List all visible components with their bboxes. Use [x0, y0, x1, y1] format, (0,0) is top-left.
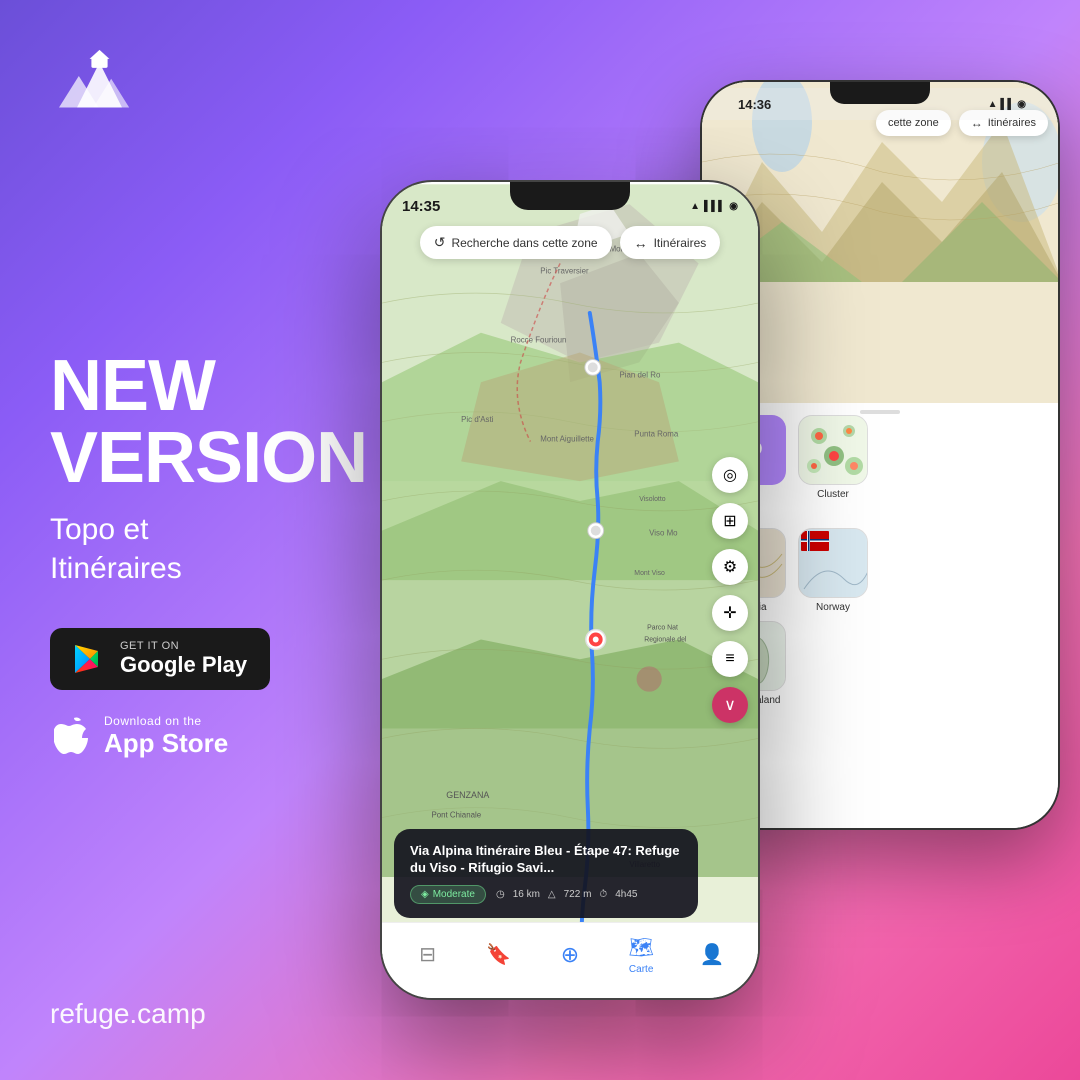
- crosshair-button[interactable]: ✛: [712, 595, 748, 631]
- chevron-down-button[interactable]: ∨: [712, 687, 748, 723]
- app-logo: [50, 40, 140, 130]
- svg-text:Parco Nat: Parco Nat: [647, 625, 678, 632]
- app-container: NEW VERSION Topo etItinéraires: [0, 0, 1080, 1080]
- apple-icon: [54, 716, 90, 758]
- tiles-row-1: 3D 3D: [716, 415, 1044, 500]
- left-content: NEW VERSION Topo etItinéraires: [50, 350, 350, 764]
- route-meta: ◈ Moderate ◷ 16 km △ 722 m ⏱ 4h45: [410, 885, 682, 904]
- svg-text:GENZANA: GENZANA: [446, 790, 489, 800]
- search-bar-row: ↺ Recherche dans cette zone ↔ Itinéraire…: [382, 226, 758, 259]
- tiles-row-nz: New Zealand: [716, 621, 1044, 706]
- svg-text:Pont Chianale: Pont Chianale: [431, 811, 481, 820]
- tab-add[interactable]: ⊕: [545, 942, 595, 968]
- svg-text:Pian del Ro: Pian del Ro: [619, 370, 660, 379]
- drag-handle: [860, 410, 900, 414]
- tile-norway[interactable]: Norway: [798, 528, 868, 613]
- google-play-icon: [70, 641, 106, 677]
- tab-routes-icon: ⊟: [419, 942, 436, 967]
- map-side-buttons: ◎ ⊞ ⚙ ✛ ≡ ∨: [712, 457, 748, 723]
- search-pill-1-text: Recherche dans cette zone: [451, 236, 597, 250]
- difficulty-text: Moderate: [433, 889, 475, 900]
- phones-container: 14:36 ▲ ▌▌ ◉ cette zone ↔ Itinéraires: [340, 80, 1080, 1000]
- reload-icon: ↺: [434, 234, 446, 251]
- section-label: iques: [716, 508, 1044, 520]
- svg-text:Mont Viso: Mont Viso: [634, 570, 665, 577]
- elevation: 722 m: [564, 889, 592, 900]
- difficulty-icon: ◈: [421, 889, 429, 900]
- search-pill-1[interactable]: ↺ Recherche dans cette zone: [420, 226, 612, 259]
- search-pill-2-text: Itinéraires: [654, 236, 707, 250]
- svg-text:Mont Aiguillette: Mont Aiguillette: [540, 435, 594, 444]
- tab-routes[interactable]: ⊟: [403, 942, 453, 967]
- headline-line1: NEW: [50, 346, 215, 426]
- tab-map[interactable]: 🗺 Carte: [616, 935, 666, 975]
- google-play-big-text: Google Play: [120, 652, 247, 678]
- svg-text:Pic Traversier: Pic Traversier: [540, 266, 589, 275]
- route-stats: ◷ 16 km △ 722 m ⏱ 4h45: [496, 889, 638, 900]
- distance-icon: ◷: [496, 889, 505, 900]
- app-store-badge[interactable]: Download on the App Store: [50, 710, 270, 763]
- location-button[interactable]: ◎: [712, 457, 748, 493]
- layers-button[interactable]: ⊞: [712, 503, 748, 539]
- google-play-text: GET IT ON Google Play: [120, 640, 247, 678]
- elevation-icon: △: [548, 889, 556, 900]
- front-phone-notch: [510, 182, 630, 210]
- back-phone-notch: [830, 82, 930, 104]
- app-store-big-text: App Store: [104, 728, 228, 759]
- duration-icon: ⏱: [599, 889, 607, 900]
- tiles-row-countries: Austria: [716, 528, 1044, 613]
- google-play-badge[interactable]: GET IT ON Google Play: [50, 628, 270, 690]
- front-status-time: 14:35: [402, 198, 440, 215]
- stack-button[interactable]: ≡: [712, 641, 748, 677]
- back-status-icons: ▲ ▌▌ ◉: [988, 99, 1038, 110]
- subtitle: Topo etItinéraires: [50, 510, 350, 588]
- route-card: Via Alpina Itinéraire Bleu - Étape 47: R…: [394, 829, 698, 918]
- store-badges: GET IT ON Google Play Download on the Ap…: [50, 628, 350, 764]
- svg-text:Punta Roma: Punta Roma: [634, 430, 679, 439]
- tab-profile[interactable]: 👤: [687, 942, 737, 967]
- app-store-text: Download on the App Store: [104, 714, 228, 759]
- tab-add-icon: ⊕: [561, 942, 579, 968]
- search-pill-2[interactable]: ↔ Itinéraires: [620, 226, 721, 259]
- front-phone-screen: Pic Traversier Mont Granero Rocce Fourio…: [382, 182, 758, 998]
- difficulty-badge: ◈ Moderate: [410, 885, 486, 904]
- svg-text:Regionale del: Regionale del: [644, 636, 687, 643]
- back-status-time: 14:36: [722, 97, 771, 112]
- settings-button[interactable]: ⚙: [712, 549, 748, 585]
- tab-bookmarks-icon: 🔖: [486, 942, 511, 967]
- tab-bar: ⊟ 🔖 ⊕ 🗺 Carte 👤: [382, 922, 758, 998]
- duration: 4h45: [615, 889, 637, 900]
- phone-front: Pic Traversier Mont Granero Rocce Fourio…: [380, 180, 760, 1000]
- headline-line2: VERSION: [50, 418, 367, 498]
- tab-map-label: Carte: [629, 964, 653, 975]
- app-store-small-text: Download on the: [104, 714, 228, 728]
- tab-profile-icon: 👤: [700, 942, 725, 967]
- google-play-small-text: GET IT ON: [120, 640, 247, 652]
- route-title: Via Alpina Itinéraire Bleu - Étape 47: R…: [410, 843, 682, 877]
- website-url: refuge.camp: [50, 998, 206, 1030]
- headline: NEW VERSION: [50, 350, 350, 494]
- tab-map-icon: 🗺: [628, 935, 653, 960]
- svg-text:Rocce Fourioun: Rocce Fourioun: [511, 336, 567, 345]
- svg-text:Viso Mo: Viso Mo: [649, 529, 678, 538]
- front-status-icons: ▲ ▌▌▌ ◉: [690, 201, 738, 212]
- tab-bookmarks[interactable]: 🔖: [474, 942, 524, 967]
- route-icon: ↔: [634, 235, 648, 251]
- svg-text:Visolotto: Visolotto: [639, 496, 666, 503]
- distance: 16 km: [513, 889, 540, 900]
- tile-cluster[interactable]: Cluster: [798, 415, 868, 500]
- svg-text:Pic d'Asti: Pic d'Asti: [461, 415, 494, 424]
